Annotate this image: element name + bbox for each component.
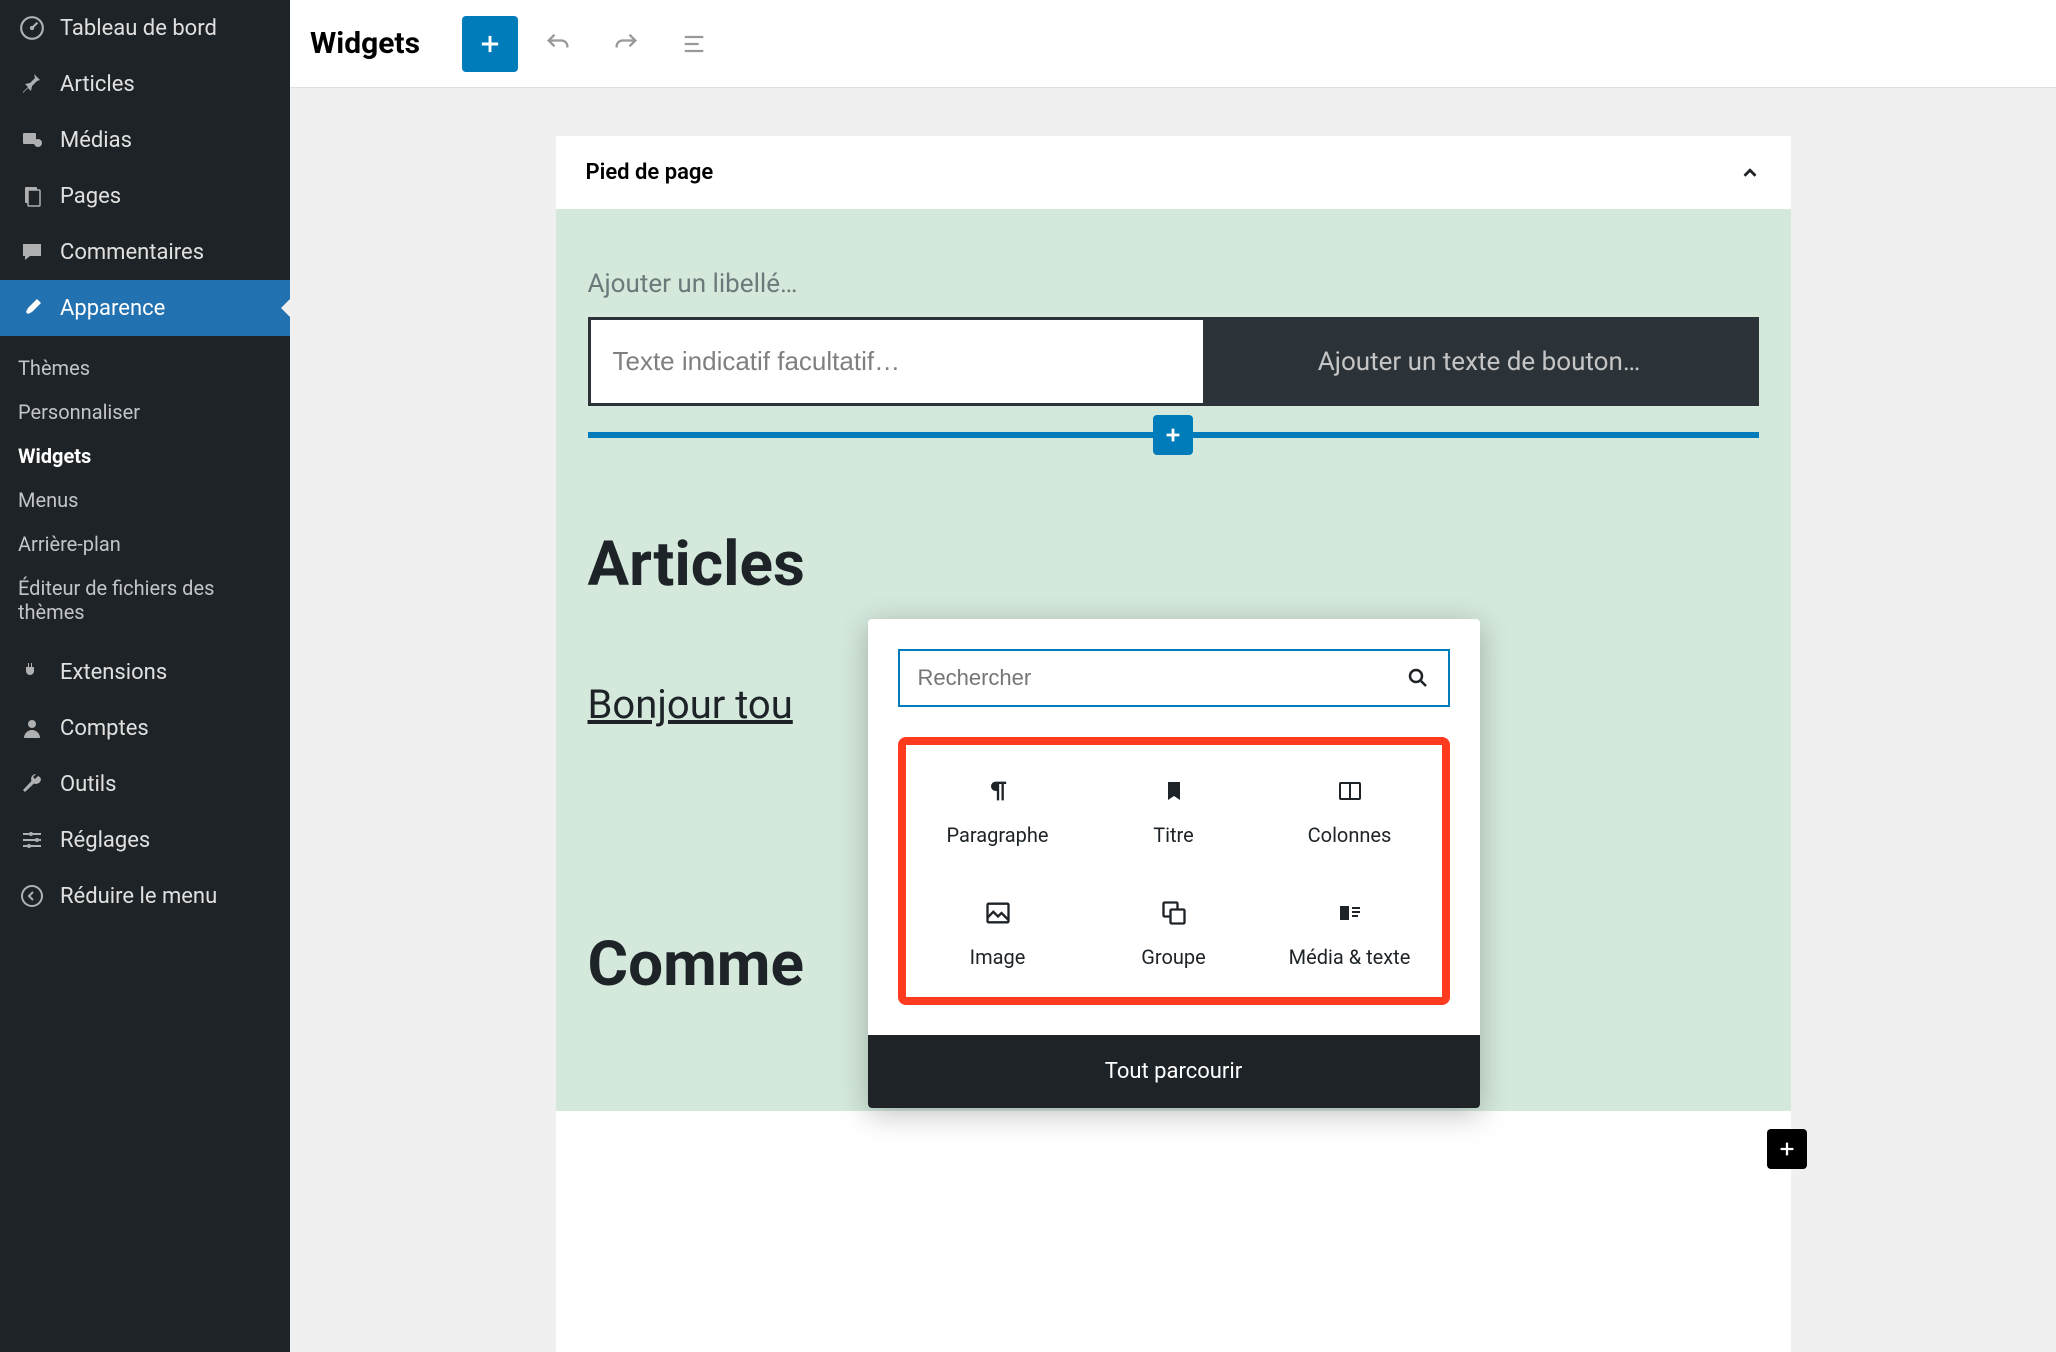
media-icon <box>18 126 46 154</box>
submenu-customize[interactable]: Personnaliser <box>0 390 290 434</box>
submenu-widgets[interactable]: Widgets <box>0 434 290 478</box>
comment-icon <box>18 238 46 266</box>
sidebar-collapse[interactable]: Réduire le menu <box>0 868 290 924</box>
sliders-icon <box>18 826 46 854</box>
brush-icon <box>18 294 46 322</box>
block-label: Média & texte <box>1289 945 1411 969</box>
sidebar-item-label: Médias <box>60 128 132 153</box>
editor-canvas: Pied de page Ajouter un libellé… Ajouter… <box>290 88 2056 1352</box>
collapse-icon <box>18 882 46 910</box>
inserter-grid: Paragraphe Titre Colonnes <box>914 765 1434 977</box>
panel-title: Pied de page <box>586 160 714 185</box>
redo-button[interactable] <box>598 16 654 72</box>
search-block: Ajouter un texte de bouton… <box>588 317 1759 406</box>
search-label-placeholder[interactable]: Ajouter un libellé… <box>588 269 1759 299</box>
sidebar-item-plugins[interactable]: Extensions <box>0 644 290 700</box>
submenu-background[interactable]: Arrière-plan <box>0 522 290 566</box>
inserter-search[interactable] <box>898 649 1450 707</box>
sidebar-item-label: Pages <box>60 184 121 209</box>
floating-add-button[interactable] <box>1767 1129 1807 1169</box>
sidebar-item-pages[interactable]: Pages <box>0 168 290 224</box>
sidebar-item-label: Réduire le menu <box>60 884 217 909</box>
paragraph-icon <box>980 773 1016 809</box>
submenu-menus[interactable]: Menus <box>0 478 290 522</box>
widget-area: Ajouter un libellé… Ajouter un texte de … <box>556 209 1791 1111</box>
search-button-text[interactable]: Ajouter un texte de bouton… <box>1203 320 1756 403</box>
block-label: Paragraphe <box>946 823 1048 847</box>
sidebar-item-media[interactable]: Médias <box>0 112 290 168</box>
block-insertion-line <box>588 432 1759 438</box>
browse-all-button[interactable]: Tout parcourir <box>868 1035 1480 1108</box>
sidebar-item-label: Apparence <box>60 296 165 321</box>
bookmark-icon <box>1156 773 1192 809</box>
pin-icon <box>18 70 46 98</box>
block-label: Titre <box>1153 823 1194 847</box>
block-group[interactable]: Groupe <box>1090 887 1258 977</box>
page-title: Widgets <box>310 26 420 61</box>
sidebar-item-label: Tableau de bord <box>60 16 217 41</box>
inserter-search-input[interactable] <box>918 665 1406 691</box>
media-text-icon <box>1332 895 1368 931</box>
columns-icon <box>1332 773 1368 809</box>
widget-panel: Pied de page Ajouter un libellé… Ajouter… <box>556 136 1791 1352</box>
block-image[interactable]: Image <box>914 887 1082 977</box>
chevron-up-icon <box>1739 162 1761 184</box>
sidebar-item-settings[interactable]: Réglages <box>0 812 290 868</box>
search-input[interactable] <box>591 320 1203 403</box>
block-inserter-popup: Paragraphe Titre Colonnes <box>868 619 1480 1108</box>
sidebar-item-comments[interactable]: Commentaires <box>0 224 290 280</box>
main-area: Widgets Pied de page Ajouter un <box>290 0 2056 1352</box>
search-icon <box>1406 666 1430 690</box>
block-media-text[interactable]: Média & texte <box>1266 887 1434 977</box>
inserter-highlight: Paragraphe Titre Colonnes <box>898 737 1450 1005</box>
heading-block[interactable]: Articles <box>588 528 1759 601</box>
block-heading[interactable]: Titre <box>1090 765 1258 855</box>
sidebar-item-tools[interactable]: Outils <box>0 756 290 812</box>
admin-sidebar: Tableau de bord Articles Médias Pages Co… <box>0 0 290 1352</box>
plug-icon <box>18 658 46 686</box>
add-block-button[interactable] <box>462 16 518 72</box>
sidebar-item-label: Comptes <box>60 716 149 741</box>
undo-button[interactable] <box>530 16 586 72</box>
sidebar-item-label: Extensions <box>60 660 167 685</box>
image-icon <box>980 895 1016 931</box>
appearance-submenu: Thèmes Personnaliser Widgets Menus Arriè… <box>0 336 290 644</box>
block-label: Groupe <box>1141 945 1205 969</box>
sidebar-item-users[interactable]: Comptes <box>0 700 290 756</box>
sidebar-item-label: Réglages <box>60 828 150 853</box>
sidebar-item-label: Articles <box>60 72 135 97</box>
panel-header[interactable]: Pied de page <box>556 136 1791 209</box>
group-icon <box>1156 895 1192 931</box>
block-label: Colonnes <box>1308 823 1392 847</box>
editor-toolbar: Widgets <box>290 0 2056 88</box>
inline-inserter-button[interactable] <box>1153 415 1193 455</box>
pages-icon <box>18 182 46 210</box>
dashboard-icon <box>18 14 46 42</box>
submenu-theme-editor[interactable]: Éditeur de fichiers des thèmes <box>0 566 290 634</box>
user-icon <box>18 714 46 742</box>
sidebar-item-appearance[interactable]: Apparence <box>0 280 290 336</box>
sidebar-item-dashboard[interactable]: Tableau de bord <box>0 0 290 56</box>
block-label: Image <box>970 945 1026 969</box>
sidebar-item-posts[interactable]: Articles <box>0 56 290 112</box>
sidebar-item-label: Outils <box>60 772 117 797</box>
list-view-button[interactable] <box>666 16 722 72</box>
block-columns[interactable]: Colonnes <box>1266 765 1434 855</box>
sidebar-item-label: Commentaires <box>60 240 204 265</box>
submenu-themes[interactable]: Thèmes <box>0 346 290 390</box>
block-paragraph[interactable]: Paragraphe <box>914 765 1082 855</box>
wrench-icon <box>18 770 46 798</box>
